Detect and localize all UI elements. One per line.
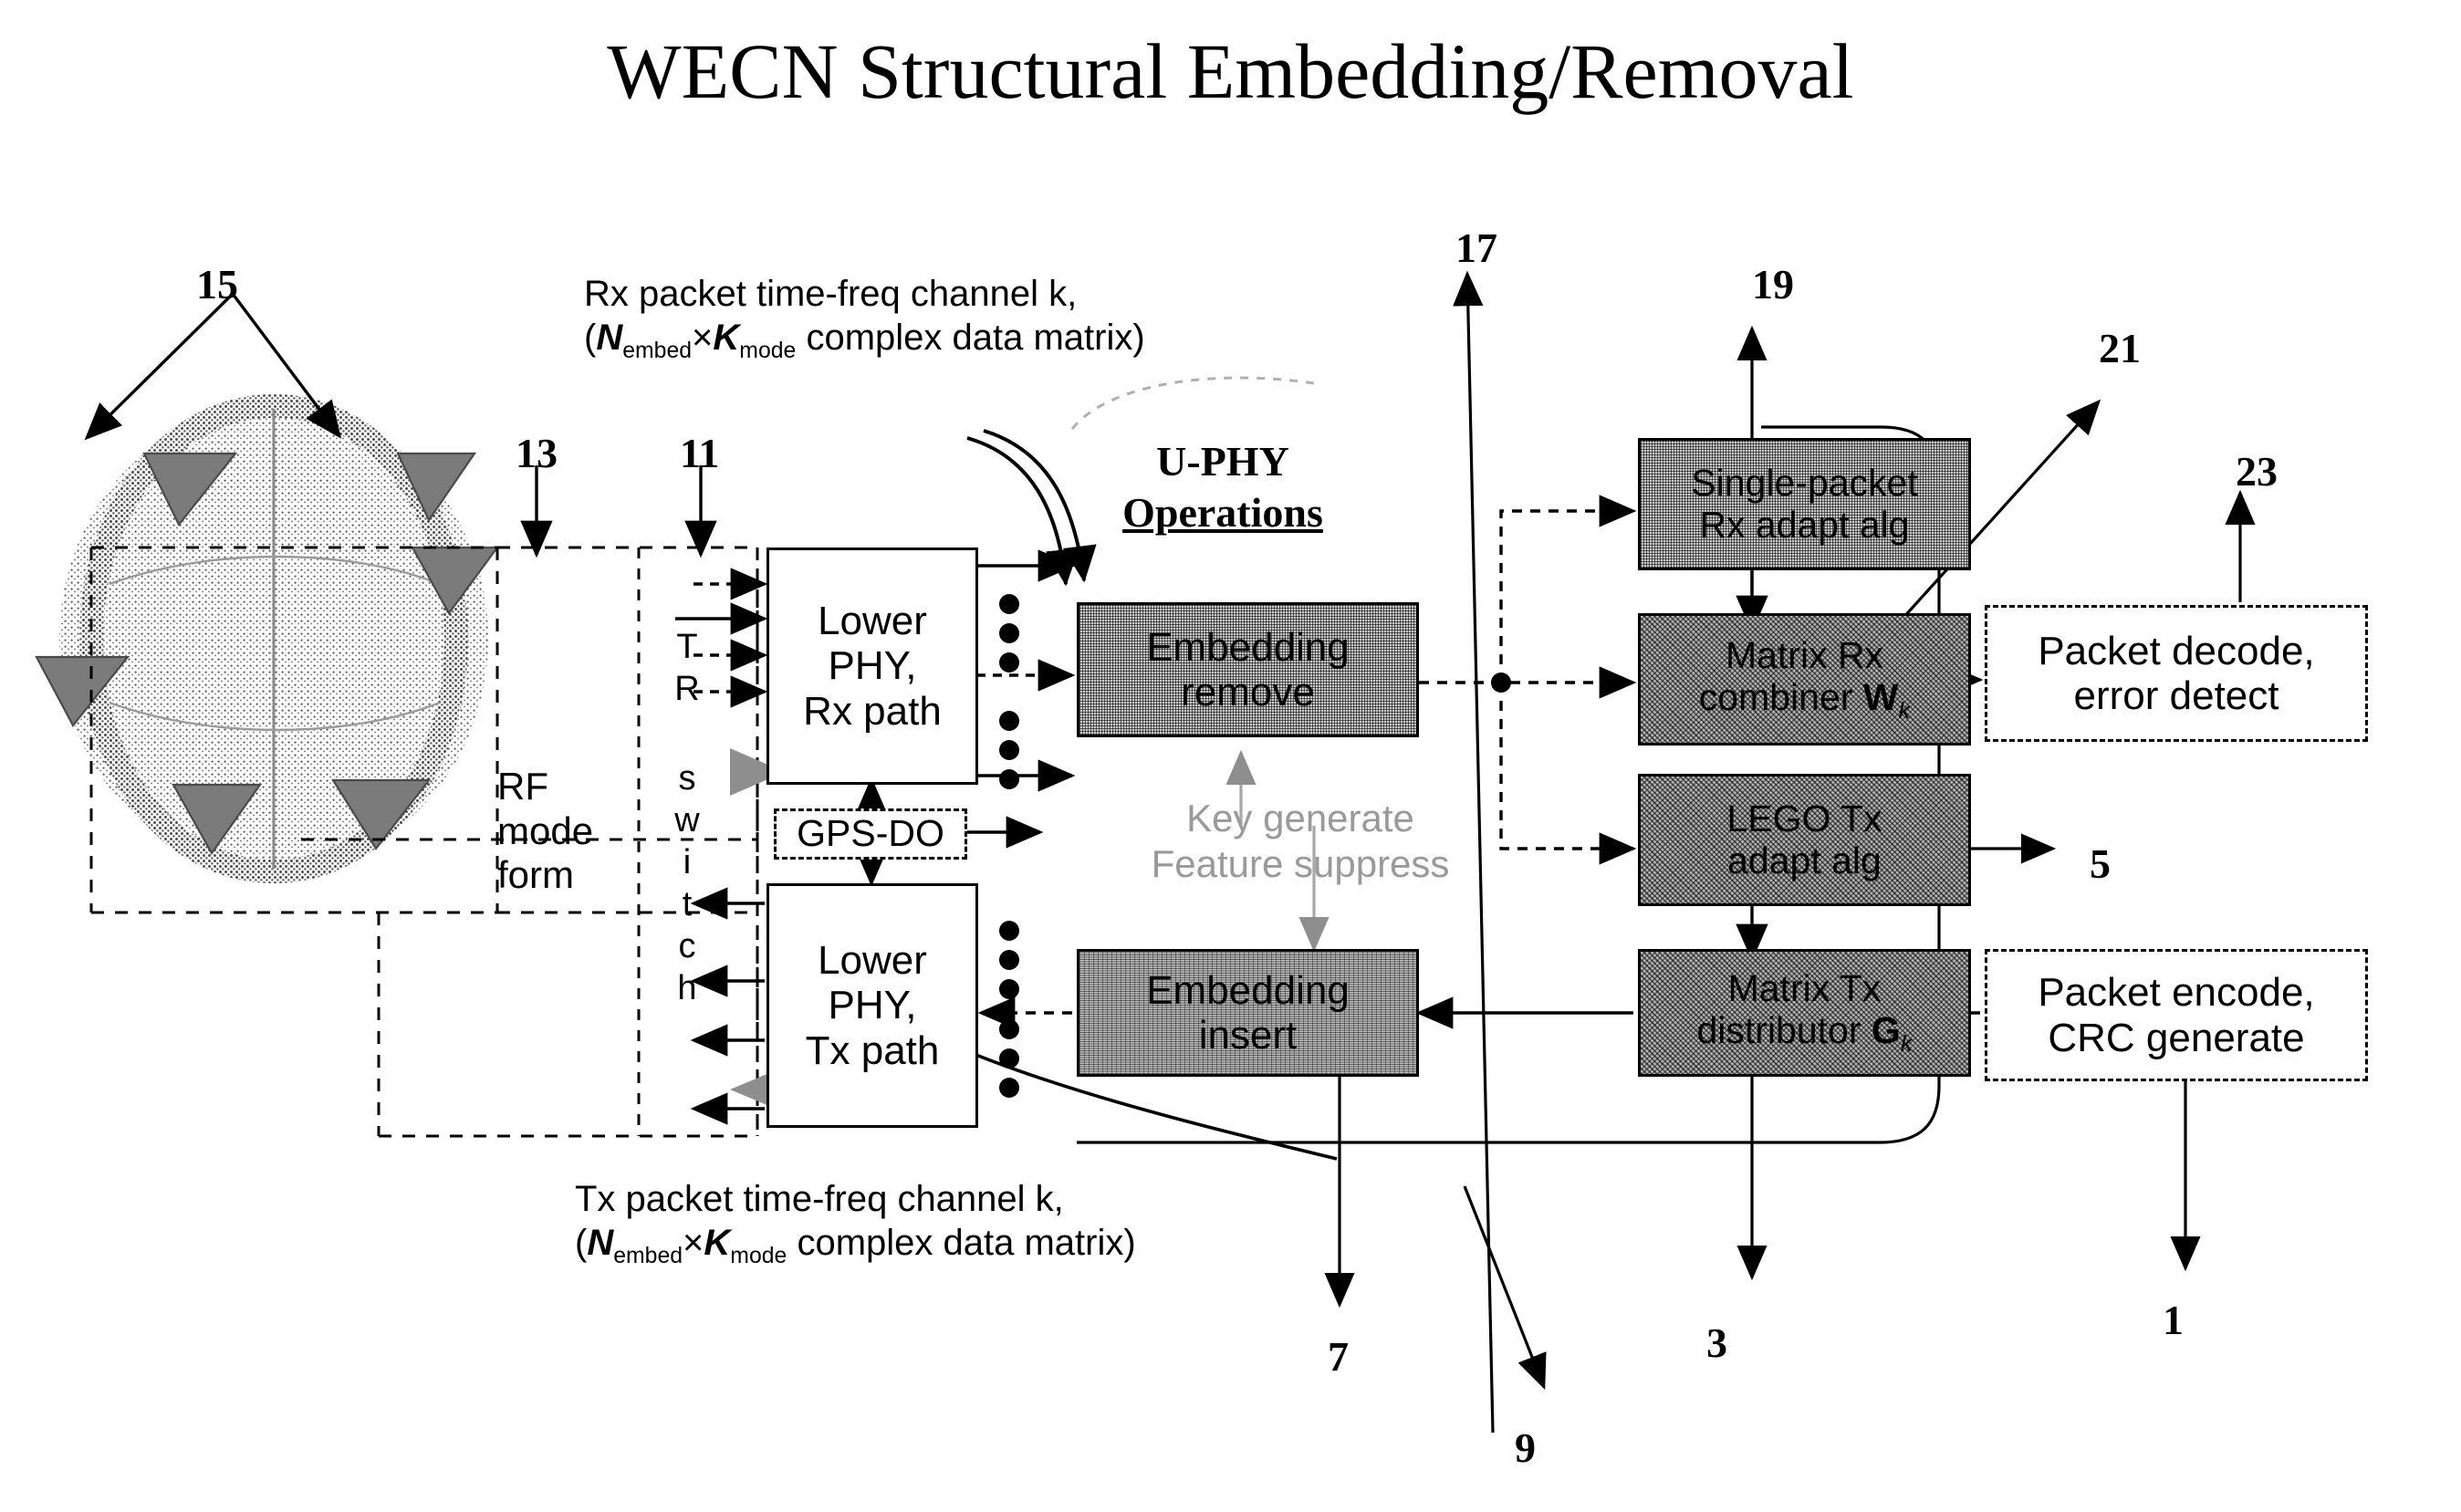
single-packet-line2: Rx adapt alg — [1699, 503, 1910, 546]
gps-do-label: GPS-DO — [797, 812, 944, 855]
connector-overlay — [35, 270, 2256, 1434]
ref-numeral-23: 23 — [2236, 448, 2278, 495]
single-packet-line1: Single-packet — [1691, 461, 1918, 504]
ref-numeral-17: 17 — [1455, 224, 1497, 271]
tr-switch-vertical-label: T R s w i t c h — [666, 630, 708, 1013]
tr-letter-t: T — [676, 628, 698, 666]
rf-mode-form-label: RF mode form — [497, 765, 594, 897]
key-generate-feature-suppress-label: Key generate Feature suppress — [1081, 796, 1519, 886]
matrix-tx-line2: distributor Gk — [1696, 1009, 1913, 1058]
tx-packet-annotation: Tx packet time-freq channel k, (Nembed×K… — [575, 1177, 1396, 1270]
tx-packet-line1: Tx packet time-freq channel k, — [575, 1179, 1064, 1219]
ref-numeral-9: 9 — [1515, 1424, 1536, 1471]
bus-junction-dot — [1491, 673, 1511, 693]
bus-ellipsis-dots — [999, 594, 1019, 1098]
antenna-pattern-sphere — [59, 393, 488, 884]
block-matrix-tx-distributor[interactable]: Matrix Tx distributor Gk — [1638, 949, 1971, 1077]
tr-letter-s: s — [678, 759, 696, 798]
ref-numeral-7: 7 — [1328, 1333, 1349, 1380]
block-packet-encode[interactable]: Packet encode, CRC generate — [1985, 949, 2368, 1081]
uphy-line1: U-PHY — [1156, 438, 1289, 485]
ref-numeral-19: 19 — [1752, 261, 1794, 308]
lego-tx-line1: LEGO Tx — [1726, 797, 1882, 839]
packet-decode-line1: Packet decode, — [2038, 628, 2315, 673]
block-lower-phy-rx[interactable]: Lower PHY, Rx path — [766, 547, 978, 785]
embedding-remove-line2: remove — [1181, 670, 1315, 714]
ref-numeral-21: 21 — [2099, 325, 2141, 371]
ref-numeral-13: 13 — [516, 430, 558, 476]
packet-decode-line2: error detect — [2073, 673, 2279, 718]
lego-tx-line2: adapt alg — [1727, 839, 1882, 881]
ref-numeral-11: 11 — [680, 430, 720, 476]
packet-encode-line1: Packet encode, — [2038, 970, 2315, 1016]
rx-packet-annotation: Rx packet time-freq channel k, (Nembed×K… — [584, 272, 1387, 365]
ref-numeral-5: 5 — [2090, 840, 2111, 887]
block-lego-tx-adapt[interactable]: LEGO Tx adapt alg — [1638, 774, 1971, 906]
tr-letter-h: h — [677, 969, 697, 1007]
block-packet-decode[interactable]: Packet decode, error detect — [1985, 605, 2368, 742]
lower-phy-rx-line3: Rx path — [803, 688, 942, 734]
tr-letter-i: i — [683, 843, 692, 881]
rx-packet-callout-arrow — [966, 429, 1097, 587]
rx-bus-arrows — [976, 549, 1076, 792]
page-title: WECN Structural Embedding/Removal — [607, 27, 1854, 115]
block-embedding-remove[interactable]: Embedding remove — [1077, 602, 1419, 737]
tr-letter-t2: t — [682, 885, 693, 923]
tr-letter-r: R — [674, 670, 700, 708]
block-matrix-rx-combiner[interactable]: Matrix Rx combiner Wk — [1638, 613, 1971, 746]
tr-letter-c: c — [678, 927, 696, 965]
uphy-operations-label: U-PHY Operations — [1072, 436, 1373, 538]
tr-letter-w: w — [674, 801, 700, 839]
leader-9 — [1463, 1185, 1547, 1390]
uphy-line2: Operations — [1122, 489, 1323, 537]
matrix-rx-line1: Matrix Rx — [1725, 633, 1884, 676]
embedding-insert-line1: Embedding — [1146, 967, 1350, 1013]
block-single-packet-rx-adapt[interactable]: Single-packet Rx adapt alg — [1638, 438, 1971, 570]
lower-phy-rx-line1: Lower — [818, 599, 927, 644]
block-embedding-insert[interactable]: Embedding insert — [1077, 949, 1419, 1077]
rx-packet-line1: Rx packet time-freq channel k, — [584, 274, 1078, 314]
ref-numeral-1: 1 — [2163, 1297, 2184, 1343]
block-gps-do[interactable]: GPS-DO — [774, 808, 967, 860]
diagram-canvas: WECN Structural Embedding/Removal 15 13 … — [0, 0, 2461, 1512]
embedding-insert-line2: insert — [1198, 1013, 1298, 1058]
block-lower-phy-tx[interactable]: Lower PHY, Tx path — [766, 883, 978, 1128]
ref-numeral-3: 3 — [1706, 1319, 1727, 1366]
packet-encode-line2: CRC generate — [2048, 1015, 2305, 1060]
ref-numeral-15: 15 — [196, 261, 238, 308]
embedding-remove-line1: Embedding — [1146, 624, 1350, 670]
key-generate-text: Key generate — [1186, 797, 1414, 839]
lower-phy-tx-line3: Tx path — [805, 1027, 940, 1073]
matrix-rx-line2: combiner Wk — [1698, 675, 1911, 724]
lower-phy-rx-line2: PHY, — [828, 643, 917, 689]
lower-phy-tx-line2: PHY, — [828, 983, 917, 1028]
rx-packet-line2: (Nembed×Kmode complex data matrix) — [584, 318, 1145, 363]
tx-packet-line2: (Nembed×Kmode complex data matrix) — [575, 1223, 1136, 1268]
uphy-cloud — [1070, 376, 1315, 430]
leader-15 — [84, 292, 342, 441]
lower-phy-tx-line1: Lower — [818, 938, 927, 984]
feature-suppress-text: Feature suppress — [1151, 841, 1450, 885]
matrix-tx-line1: Matrix Tx — [1727, 967, 1882, 1010]
